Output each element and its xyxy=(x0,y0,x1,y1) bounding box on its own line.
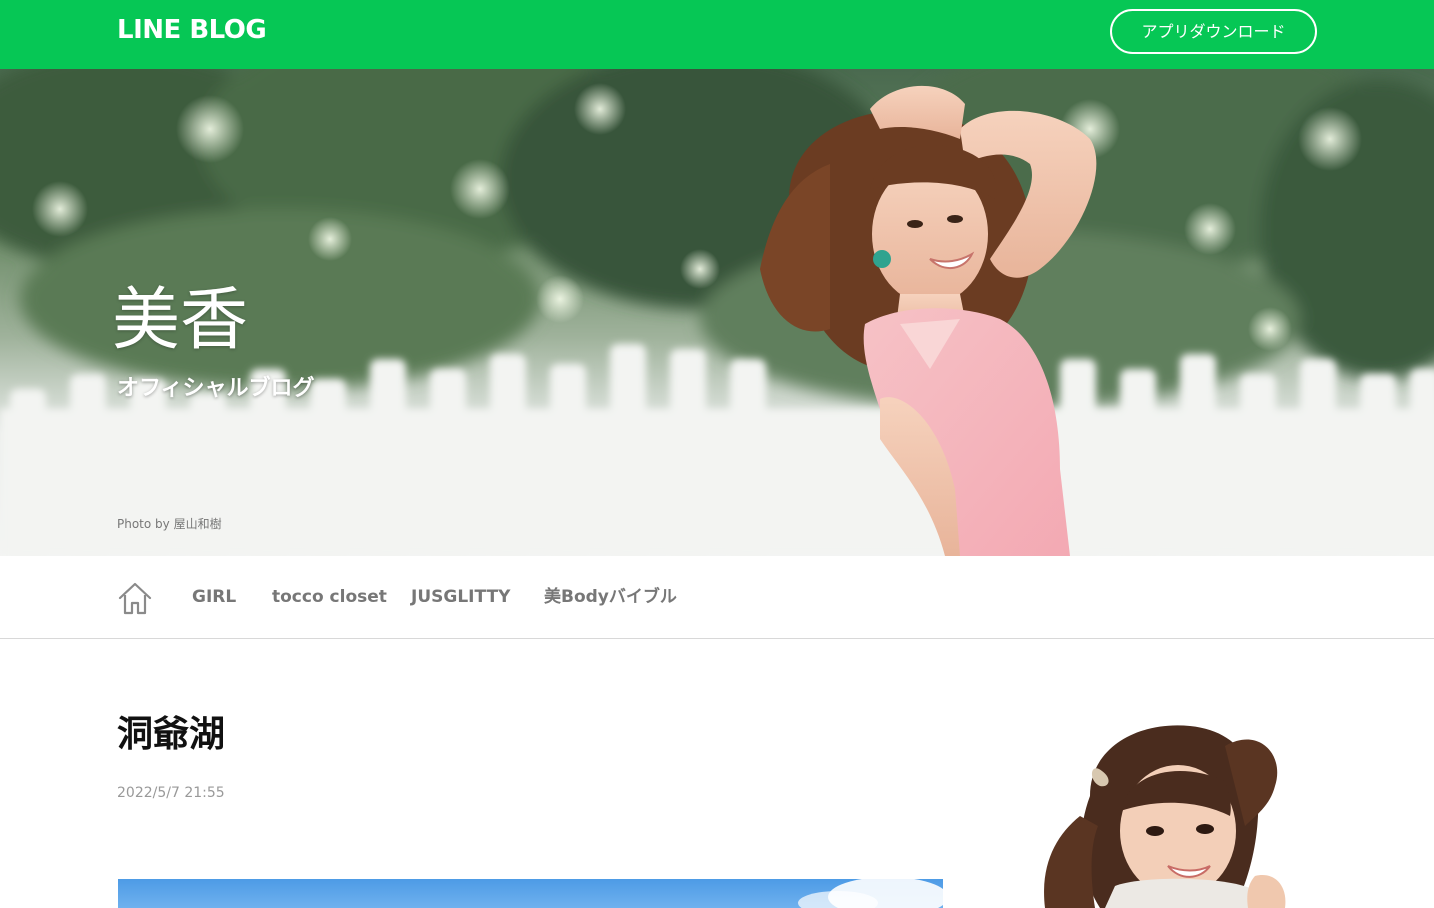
nav-item-girl[interactable]: GIRL xyxy=(192,586,236,608)
nav-item-tocco-closet[interactable]: tocco closet xyxy=(272,586,387,608)
home-icon[interactable] xyxy=(117,580,153,616)
article-title[interactable]: 洞爺湖 xyxy=(117,712,225,758)
hero-banner: 美香 オフィシャルブログ Photo by 屋山和樹 xyxy=(0,69,1434,556)
category-nav: GIRL tocco closet JUSGLITTY 美Bodyバイブル xyxy=(0,556,1434,639)
blog-owner-name: 美香 xyxy=(112,281,249,360)
blog-subtitle: オフィシャルブログ xyxy=(117,376,315,401)
app-download-button[interactable]: アプリダウンロード xyxy=(1110,9,1317,54)
article-image[interactable] xyxy=(118,879,943,908)
line-blog-logo[interactable]: LINE BLOG xyxy=(117,14,267,46)
nav-item-jusglitty[interactable]: JUSGLITTY xyxy=(411,586,510,608)
article-date: 2022/5/7 21:55 xyxy=(117,785,225,801)
photo-credit: Photo by 屋山和樹 xyxy=(117,517,222,531)
nav-item-bibody-bible[interactable]: 美Bodyバイブル xyxy=(544,586,677,608)
top-bar: LINE BLOG アプリダウンロード xyxy=(0,0,1434,69)
profile-image[interactable] xyxy=(1020,716,1300,908)
